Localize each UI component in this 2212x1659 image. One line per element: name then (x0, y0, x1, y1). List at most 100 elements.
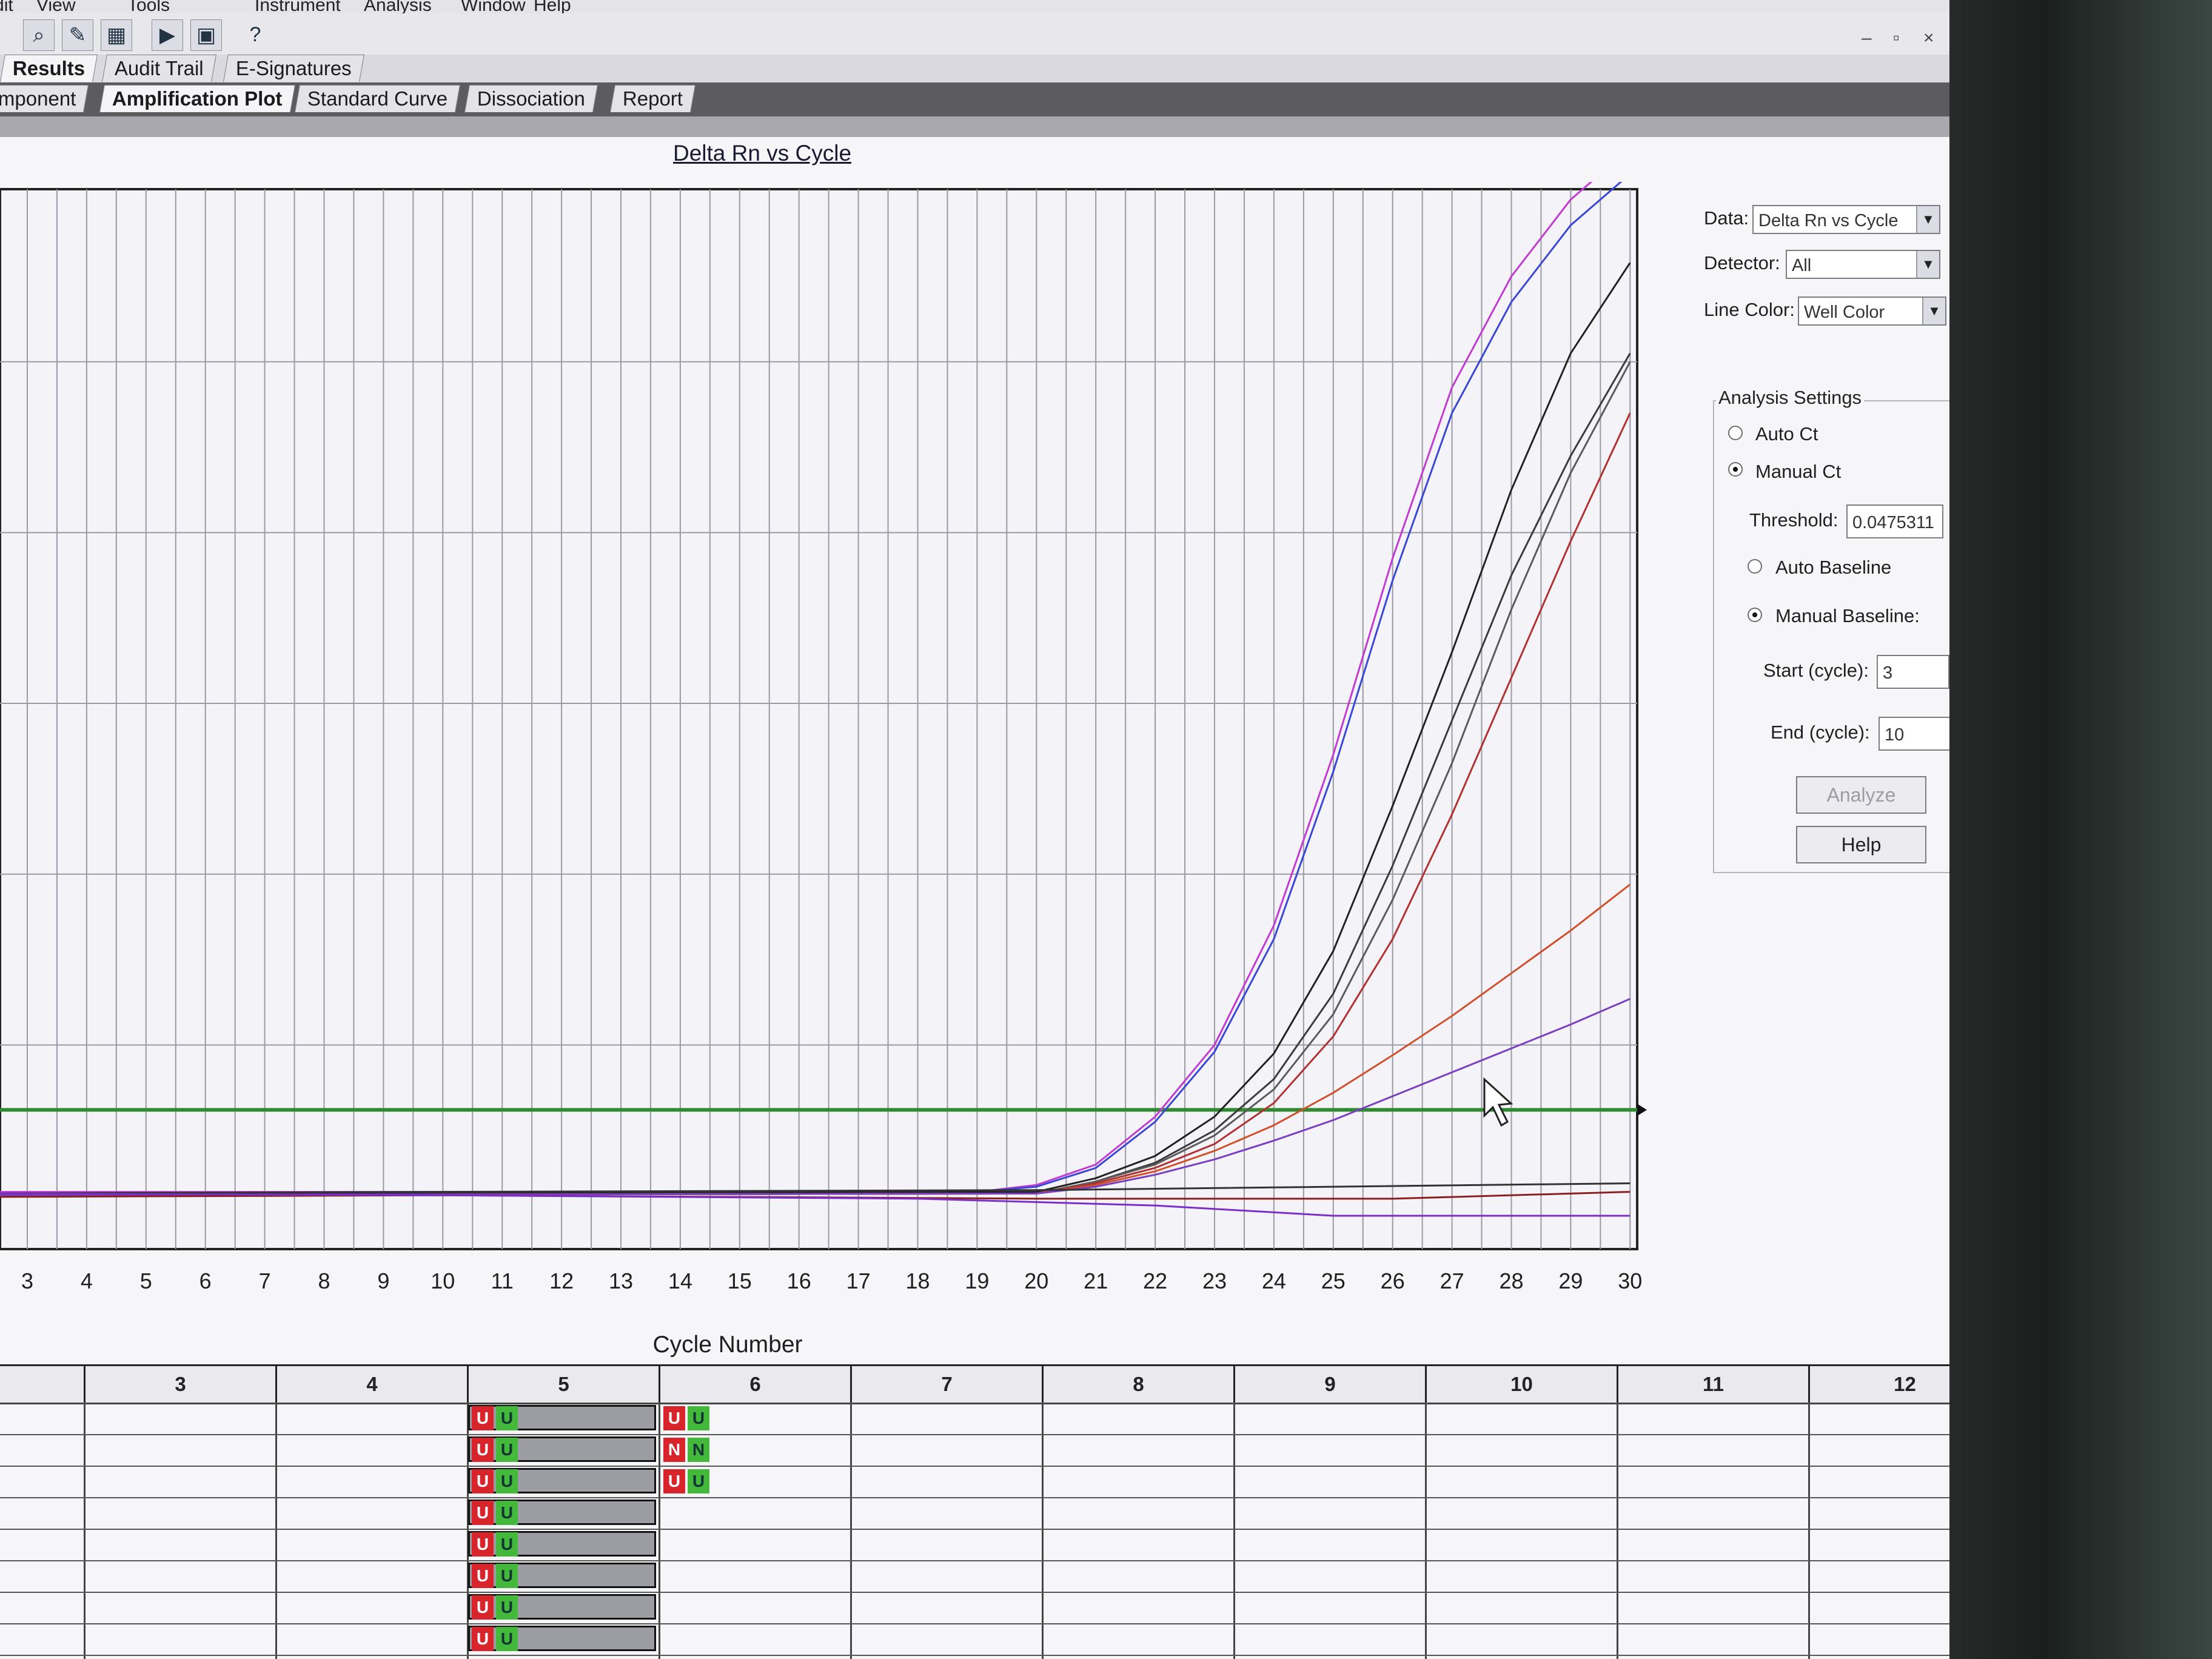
menu-bar: EditViewToolsInstrumentAnalysisWindowHel… (0, 0, 1949, 15)
plate-column-header[interactable]: 9 (1233, 1366, 1425, 1403)
x-tick-label: 18 (905, 1269, 930, 1293)
run-icon[interactable]: ▶ (152, 19, 183, 51)
minimize-icon[interactable]: – (1862, 28, 1872, 49)
well-task-tag[interactable]: U (496, 1469, 518, 1493)
plate-column-divider (850, 1403, 852, 1659)
x-tick-label: 3 (21, 1269, 33, 1293)
x-tick-label: 7 (259, 1269, 271, 1293)
start-cycle-label: Start (cycle): (1763, 660, 1869, 681)
threshold-input[interactable]: 0.0475311 (1846, 504, 1943, 538)
well-task-tag[interactable]: U (472, 1501, 494, 1525)
plate-column-header[interactable]: 11 (1617, 1366, 1808, 1403)
well-task-tag[interactable]: U (472, 1627, 494, 1651)
well-task-tag[interactable]: U (496, 1438, 518, 1462)
well-task-tag[interactable]: U (472, 1532, 494, 1557)
start-cycle-input[interactable]: 3 (1877, 655, 1949, 689)
threshold-label: Threshold: (1749, 509, 1838, 531)
plate-column-divider (1042, 1403, 1044, 1659)
well-task-tag[interactable]: U (472, 1564, 494, 1588)
auto-baseline-radio[interactable] (1748, 559, 1762, 574)
plate-column-header[interactable]: 3 (84, 1366, 275, 1403)
x-tick-label: 19 (965, 1269, 989, 1293)
manual-baseline-radio[interactable] (1748, 608, 1762, 622)
x-tick-label: 10 (431, 1269, 455, 1293)
plate-row-line (0, 1434, 1949, 1435)
app-window: EditViewToolsInstrumentAnalysisWindowHel… (0, 0, 1949, 1659)
well-task-tag[interactable]: U (496, 1406, 518, 1430)
help-button[interactable]: Help (1796, 826, 1926, 863)
plate-column-header[interactable]: 6 (659, 1366, 850, 1403)
data-label: Data: (1704, 207, 1749, 229)
analyze-button[interactable]: Analyze (1796, 776, 1926, 814)
plate-icon[interactable]: ▦ (101, 19, 132, 51)
plate-header-row: 3 4 5 6 7 8 9 10 11 12 (0, 1364, 1949, 1404)
tab-audit-trail[interactable]: Audit Trail (102, 55, 216, 82)
tab-results[interactable]: Results (0, 55, 98, 82)
well-task-tag[interactable]: U (688, 1406, 709, 1430)
amplification-plot[interactable]: 3 4 5 6 7 8 9 10 11 12 13 14 15 16 17 18 19 20 21 22 23 24 25 2… (0, 182, 1674, 1364)
plate-column-header[interactable]: 4 (275, 1366, 467, 1403)
x-tick-label: 27 (1440, 1269, 1464, 1293)
analysis-settings-title: Analysis Settings (1716, 387, 1865, 409)
well-task-tag[interactable]: U (496, 1501, 518, 1525)
tab-content-divider (0, 116, 1949, 137)
help-icon[interactable]: ? (240, 19, 270, 50)
x-axis-label: Cycle Number (652, 1332, 802, 1358)
well-task-tag[interactable]: U (688, 1469, 709, 1493)
results-tab-bar: Results Audit Trail E-Signatures (0, 55, 1949, 82)
plate-row-line (0, 1560, 1949, 1561)
well-task-tag[interactable]: U (472, 1406, 494, 1430)
x-tick-label: 8 (318, 1269, 330, 1293)
x-tick-label: 16 (787, 1269, 811, 1293)
detector-select-value: All (1792, 256, 1812, 275)
well-task-tag[interactable]: U (472, 1595, 494, 1620)
threshold-handle-icon (1637, 1104, 1647, 1116)
tab-component[interactable]: mponent (0, 85, 89, 112)
plate-column-header[interactable]: 5 (467, 1366, 659, 1403)
analyze-icon[interactable]: ▣ (190, 19, 222, 51)
x-tick-label: 12 (549, 1269, 574, 1293)
well-task-tag[interactable]: U (663, 1469, 685, 1493)
plate-column-divider (1425, 1403, 1427, 1659)
plate-row-line (0, 1403, 1949, 1404)
x-tick-label: 4 (81, 1269, 93, 1293)
plate-column-header[interactable]: 7 (850, 1366, 1042, 1403)
tab-standard-curve[interactable]: Standard Curve (295, 85, 461, 112)
manual-ct-radio[interactable] (1728, 462, 1743, 477)
auto-ct-radio[interactable] (1728, 426, 1743, 440)
plate-column-divider (84, 1403, 85, 1659)
close-icon[interactable]: × (1923, 28, 1934, 49)
chevron-down-icon: ▼ (1916, 206, 1939, 233)
well-task-tag[interactable]: U (496, 1564, 518, 1588)
well-task-tag[interactable]: U (472, 1469, 494, 1493)
plate-row-line (0, 1623, 1949, 1624)
well-task-tag[interactable]: U (663, 1406, 685, 1430)
well-task-tag[interactable]: U (472, 1438, 494, 1462)
end-cycle-input[interactable]: 10 (1879, 717, 1949, 751)
plate-column-header[interactable]: 8 (1042, 1366, 1233, 1403)
x-tick-label: 29 (1558, 1269, 1583, 1293)
tab-report[interactable]: Report (610, 85, 696, 112)
tab-amplification-plot[interactable]: Amplification Plot (99, 85, 295, 112)
well-task-tag[interactable]: N (688, 1438, 709, 1462)
detector-select[interactable]: All ▼ (1786, 250, 1940, 279)
tab-e-signatures[interactable]: E-Signatures (223, 55, 364, 82)
well-task-tag[interactable]: U (496, 1627, 518, 1651)
data-select[interactable]: Delta Rn vs Cycle ▼ (1752, 205, 1940, 234)
tab-dissociation[interactable]: Dissociation (464, 85, 598, 112)
chart-title: Delta Rn vs Cycle (673, 141, 852, 166)
x-tick-label: 5 (140, 1269, 152, 1293)
well-task-tag[interactable]: U (496, 1532, 518, 1557)
plate-column-header[interactable]: 10 (1425, 1366, 1617, 1403)
line-color-select[interactable]: Well Color ▼ (1798, 297, 1946, 326)
find-icon[interactable]: ⌕ (23, 19, 55, 51)
restore-icon[interactable]: ▫ (1893, 28, 1900, 49)
x-tick-label: 15 (728, 1269, 752, 1293)
plate-column-header[interactable]: 12 (1808, 1366, 1949, 1403)
well-task-tag[interactable]: N (663, 1438, 685, 1462)
plate-column-divider (275, 1403, 277, 1659)
well-task-tag[interactable]: U (496, 1595, 518, 1620)
plate-column-divider (1808, 1403, 1810, 1659)
end-cycle-label: End (cycle): (1771, 722, 1870, 743)
edit-icon[interactable]: ✎ (62, 19, 93, 51)
